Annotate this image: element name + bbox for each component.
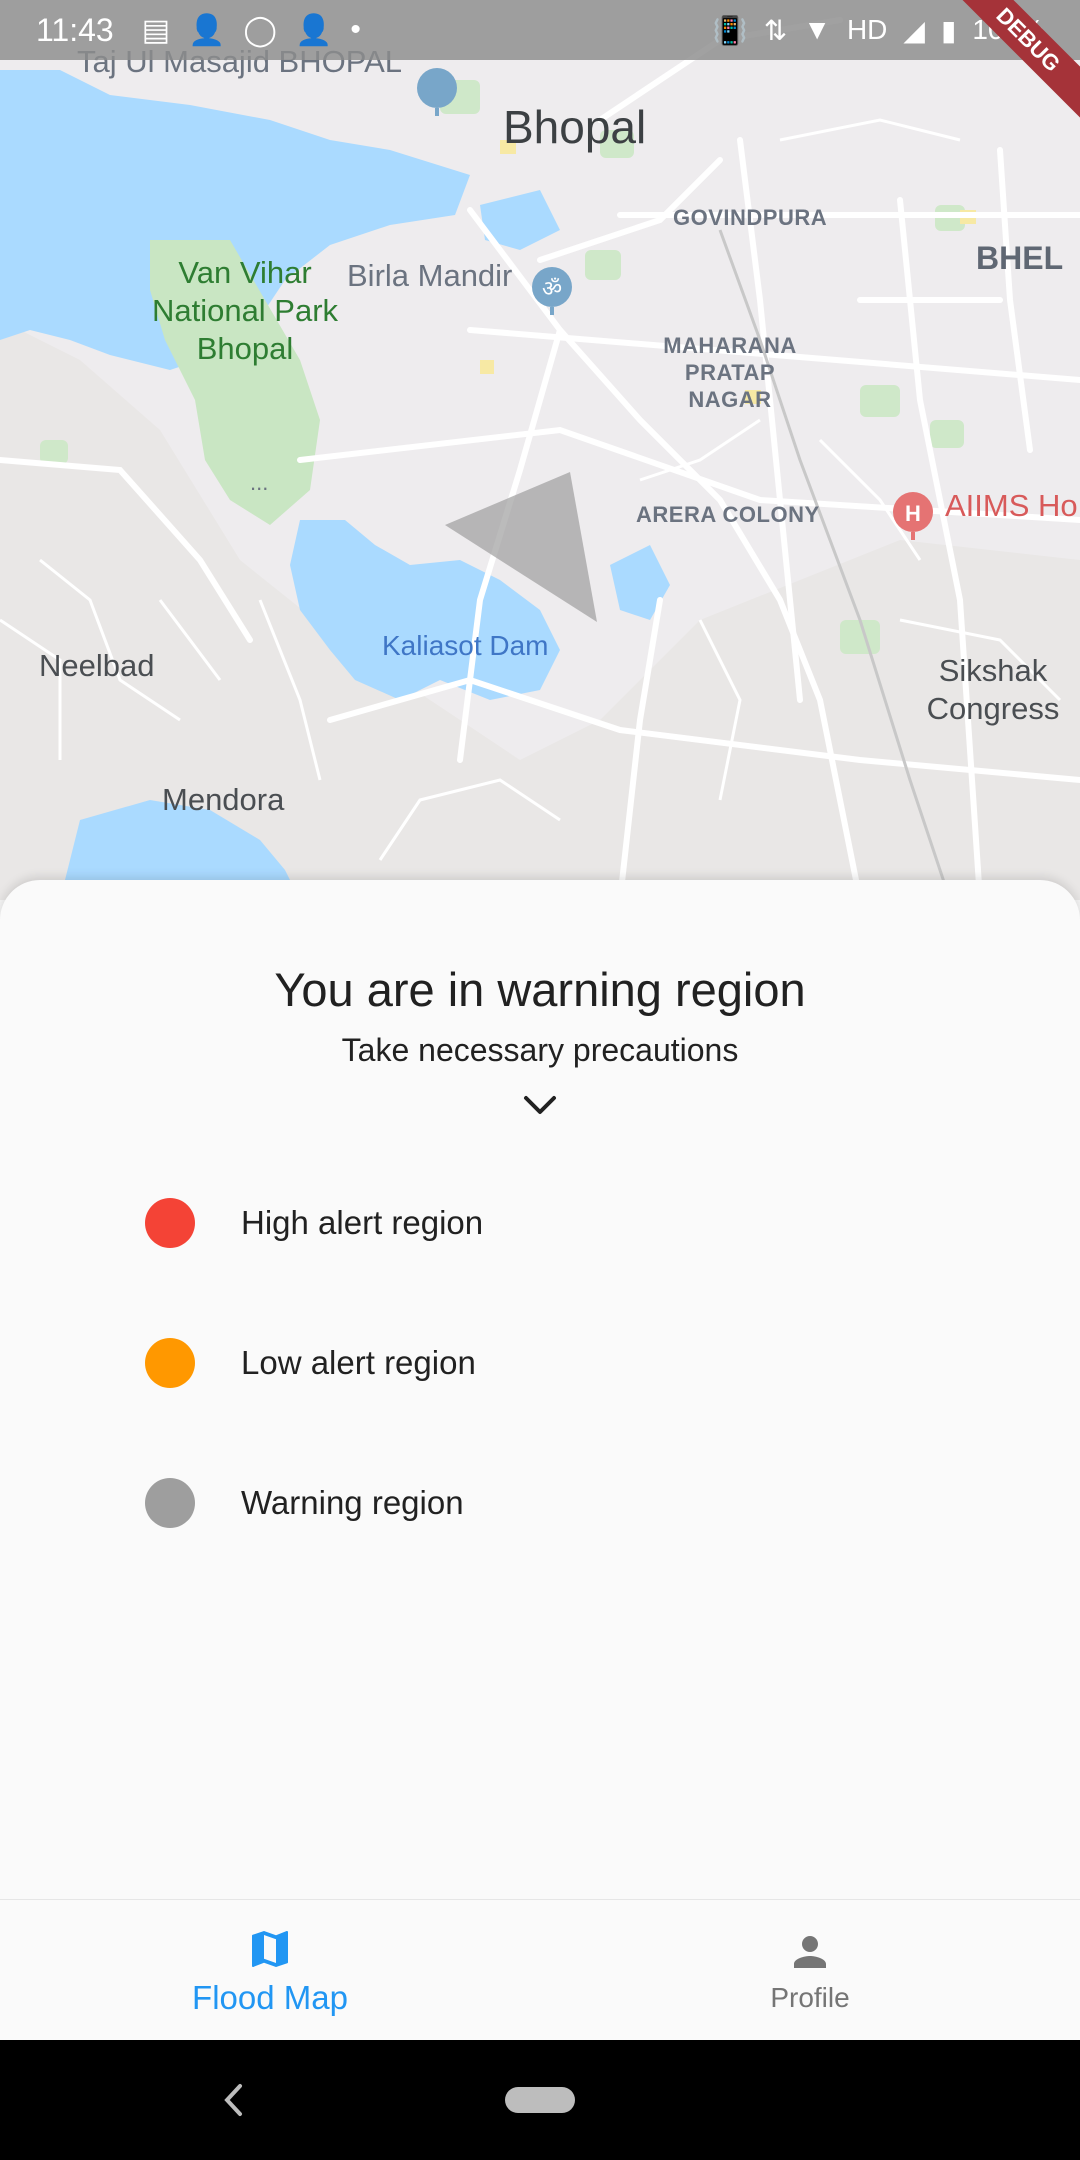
sheet-title: You are in warning region: [274, 963, 806, 1016]
temple-marker: ॐ: [532, 267, 572, 315]
message-icon: ▤: [141, 13, 171, 47]
dot-icon: •: [350, 13, 361, 46]
map-label-ellipsis: ...: [250, 470, 269, 495]
vibrate-icon: 📳: [712, 14, 748, 46]
svg-text:ॐ: ॐ: [542, 277, 562, 302]
map-label-sikshak-congress: Sikshak Congress: [926, 653, 1060, 726]
map-label-aiims: AIIMS Ho: [945, 488, 1078, 523]
notification-icons: ▤ 👤 ◯ 👤 •: [142, 13, 361, 48]
legend-label: Warning region: [241, 1484, 464, 1521]
map-label-maharana-pratap-nagar: MAHARANA PRATAP NAGAR: [663, 333, 797, 412]
status-time: 11:43: [36, 11, 114, 48]
wifi-icon: ▼: [803, 14, 831, 45]
nav-item-profile[interactable]: Profile: [540, 1900, 1080, 2041]
low-alert-dot: [145, 1338, 195, 1388]
map-label-kaliasot-dam: Kaliasot Dam: [382, 630, 549, 661]
person-icon: [794, 1935, 826, 1968]
circle-icon: ◯: [243, 13, 277, 47]
home-pill[interactable]: [505, 2087, 575, 2113]
status-bar: 11:43 ▤ 👤 ◯ 👤 • 📳 ⇅ ▼ HD ◢ ▮ 100%: [0, 0, 1080, 60]
map-label-arera-colony: ARERA COLONY: [636, 502, 820, 527]
map-label-van-vihar: Van Vihar National Park Bhopal: [151, 255, 339, 366]
high-alert-dot: [145, 1198, 195, 1248]
signal-icon: ◢: [903, 14, 925, 46]
back-icon[interactable]: [222, 2082, 244, 2118]
person-add-icon-2: 👤: [295, 13, 333, 47]
legend-label: Low alert region: [241, 1344, 476, 1381]
region-info-sheet: You are in warning region Take necessary…: [0, 880, 1080, 1900]
chevron-down-icon[interactable]: [522, 1092, 558, 1120]
flood-map[interactable]: ॐ H Taj Ul Masajid BHOPAL Bhopal GOVINDP…: [0, 0, 1080, 900]
map-label-birla-mandir: Birla Mandir: [347, 258, 513, 293]
legend-item-warning: Warning region: [145, 1478, 464, 1528]
map-label-bhopal: Bhopal: [503, 101, 647, 153]
nav-label-flood-map: Flood Map: [192, 1978, 348, 2016]
map-label-bhel: BHEL: [976, 240, 1064, 276]
battery-icon: ▮: [940, 14, 957, 46]
system-navigation-bar: [0, 2040, 1080, 2160]
legend-item-high-alert: High alert region: [145, 1198, 483, 1248]
map-label-neelbad: Neelbad: [39, 648, 155, 683]
hospital-marker: H: [893, 492, 933, 540]
legend-label: High alert region: [241, 1204, 484, 1241]
bottom-navigation: Flood Map Profile: [0, 1899, 1080, 2041]
svg-text:H: H: [905, 501, 921, 526]
map-label-mendora: Mendora: [162, 782, 285, 817]
legend-item-low-alert: Low alert region: [145, 1338, 476, 1388]
warning-dot: [145, 1478, 195, 1528]
network-type: HD: [846, 14, 888, 45]
nav-label-profile: Profile: [770, 1981, 850, 2013]
nav-item-flood-map[interactable]: Flood Map: [0, 1900, 540, 2041]
map-label-govindpura: GOVINDPURA: [673, 205, 828, 230]
map-icon: [252, 1930, 288, 1967]
person-add-icon: 👤: [188, 13, 226, 47]
sheet-subtitle: Take necessary precautions: [341, 1032, 739, 1068]
data-arrows-icon: ⇅: [763, 14, 788, 46]
